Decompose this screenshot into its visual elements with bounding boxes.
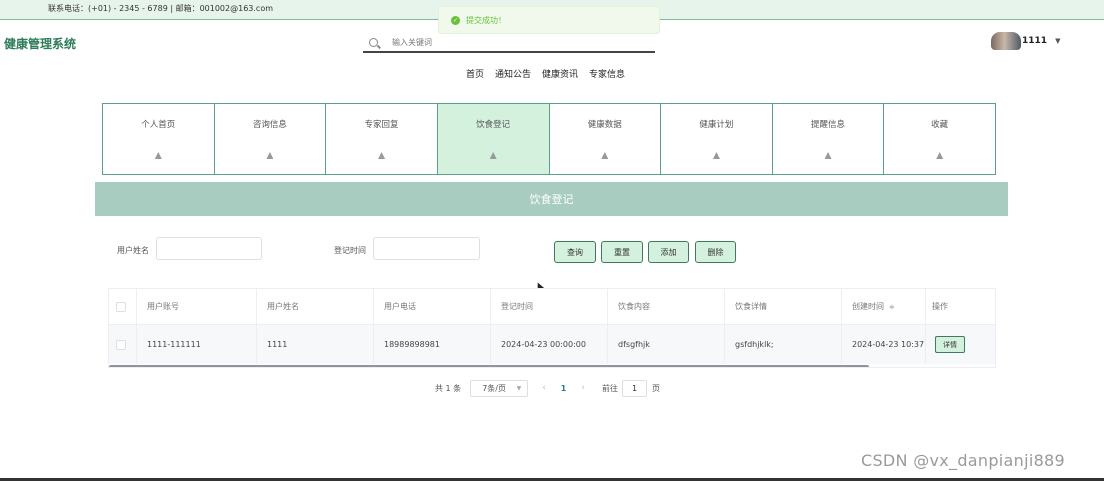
filter-time-label: 登记时间: [334, 246, 366, 255]
tab-label: 收藏: [931, 120, 949, 130]
nav-home[interactable]: 首页: [466, 67, 484, 80]
tab-label: 咨询信息: [252, 120, 287, 130]
user-menu[interactable]: 1111 ▼: [991, 32, 1060, 50]
tab-diet-registration[interactable]: 饮食登记: [437, 104, 550, 174]
column-header-label: 创建时间: [852, 302, 884, 311]
goto-page-input[interactable]: 1: [621, 379, 647, 397]
goto-unit: 页: [651, 383, 660, 393]
pagination: 共 1 条 7条/页 ▼ ‹ 1 › 前往 1 页: [435, 379, 660, 397]
home-icon: [266, 152, 274, 159]
cell-reg-time: 2024-04-23 00:00:00: [491, 325, 608, 364]
filter-name-label: 用户姓名: [117, 246, 149, 255]
home-icon: [824, 152, 832, 159]
column-header: 饮食内容: [608, 289, 725, 324]
cell-name: 1111: [257, 325, 374, 364]
site-brand: 健康管理系统: [4, 37, 77, 51]
toast-message: 提交成功！: [466, 15, 506, 25]
tab-expert-reply[interactable]: 专家回复: [326, 104, 438, 174]
horizontal-scrollbar[interactable]: [109, 365, 869, 367]
home-icon: [154, 152, 162, 159]
table-row: 1111-111111 1111 18989898981 2024-04-23 …: [109, 325, 995, 364]
delete-button[interactable]: 删除: [695, 241, 736, 263]
top-nav: 首页 通知公告 健康资讯 专家信息: [466, 67, 636, 80]
sort-icon[interactable]: ≑: [889, 303, 895, 311]
tab-label: 提醒信息: [811, 120, 846, 130]
column-header: 用户账号: [137, 289, 257, 324]
tab-health-plan[interactable]: 健康计划: [661, 104, 773, 174]
contact-info: 联系电话：(+01) - 2345 - 6789 | 邮箱：001002@163…: [48, 4, 274, 13]
filter-name-input[interactable]: [156, 237, 262, 260]
detail-button[interactable]: 详情: [935, 336, 965, 353]
search-input[interactable]: [392, 37, 612, 47]
search-icon[interactable]: [369, 37, 378, 47]
nav-notice[interactable]: 通知公告: [495, 67, 531, 80]
column-header-created[interactable]: 创建时间 ≑: [842, 289, 926, 324]
cell-content: dfsgfhjk: [608, 325, 725, 364]
search-bar: [363, 33, 655, 53]
tab-label: 专家回复: [364, 120, 399, 130]
page-size-value: 7条/页: [482, 383, 506, 393]
tab-health-data[interactable]: 健康数据: [550, 104, 662, 174]
home-icon: [489, 152, 497, 159]
pagination-total: 共 1 条: [435, 383, 462, 393]
column-header: 用户姓名: [257, 289, 374, 324]
home-icon: [936, 152, 944, 159]
section-header: 饮食登记: [95, 182, 1008, 216]
chevron-down-icon: ▼: [516, 384, 522, 392]
cell-account: 1111-111111: [137, 325, 257, 364]
check-circle-icon: ✓: [451, 15, 460, 25]
next-page-icon[interactable]: ›: [581, 383, 585, 393]
select-all-checkbox[interactable]: [116, 301, 126, 312]
header-select-cell: [109, 289, 137, 324]
tab-label: 健康数据: [587, 120, 622, 130]
column-header: 用户电话: [374, 289, 491, 324]
goto-label: 前往: [601, 383, 618, 393]
nav-health-news[interactable]: 健康资讯: [542, 67, 578, 80]
page-size-select[interactable]: 7条/页 ▼: [470, 379, 529, 397]
chevron-down-icon[interactable]: ▼: [1055, 37, 1060, 45]
table-header-row: 用户账号 用户姓名 用户电话 登记时间 饮食内容 饮食详情 创建时间 ≑ 操作: [109, 289, 995, 325]
tab-consultation[interactable]: 咨询信息: [215, 104, 327, 174]
column-header: 饮食详情: [725, 289, 842, 324]
column-header: 登记时间: [491, 289, 608, 324]
cell-detail: gsfdhjklk;: [725, 325, 842, 364]
tab-reminders[interactable]: 提醒信息: [773, 104, 885, 174]
home-icon: [712, 152, 720, 159]
tab-personal-home[interactable]: 个人首页: [103, 104, 215, 174]
watermark: CSDN @vx_danpianji889: [861, 451, 1066, 470]
tab-favorites[interactable]: 收藏: [884, 104, 995, 174]
tab-label: 健康计划: [699, 120, 734, 130]
current-page[interactable]: 1: [561, 384, 567, 393]
add-button[interactable]: 添加: [648, 241, 689, 263]
tab-label: 个人首页: [141, 120, 176, 130]
row-select-cell: [109, 325, 137, 364]
success-toast: ✓ 提交成功！: [438, 6, 660, 34]
user-name[interactable]: 1111: [1022, 36, 1047, 46]
column-header: 操作: [932, 302, 948, 311]
row-checkbox[interactable]: [116, 339, 126, 350]
query-button[interactable]: 查询: [554, 241, 596, 263]
section-title: 饮食登记: [529, 193, 574, 206]
cell-actions: 详情: [926, 325, 995, 364]
home-icon: [601, 152, 609, 159]
reset-button[interactable]: 重置: [601, 241, 643, 263]
avatar[interactable]: [991, 32, 1021, 50]
diet-table: 用户账号 用户姓名 用户电话 登记时间 饮食内容 饮食详情 创建时间 ≑ 操作 1…: [108, 288, 996, 368]
filter-time-input[interactable]: [373, 237, 480, 260]
home-icon: [378, 152, 386, 159]
center-tabs: 个人首页 咨询信息 专家回复 饮食登记 健康数据 健康计划 提醒信息 收藏: [102, 103, 996, 175]
nav-experts[interactable]: 专家信息: [589, 67, 625, 80]
prev-page-icon[interactable]: ‹: [542, 383, 546, 393]
cell-created: 2024-04-23 10:37:32: [842, 325, 926, 364]
cell-phone: 18989898981: [374, 325, 491, 364]
tab-label: 饮食登记: [476, 120, 511, 130]
